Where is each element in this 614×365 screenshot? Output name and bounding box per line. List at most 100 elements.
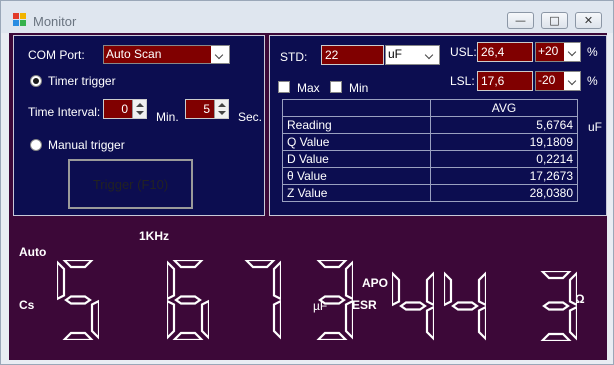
usl-input[interactable]: 26,4 [477,42,533,62]
title-bar[interactable]: Monitor — □ ✕ [1,1,613,33]
minimize-icon: — [515,14,526,27]
trigger-button-label: Trigger (F10) [92,177,169,192]
arrow-down-icon [136,111,144,115]
close-button[interactable]: ✕ [575,12,602,29]
row-label: Reading [282,116,431,134]
min-checkbox[interactable] [330,81,342,93]
seven-segment-digit [316,260,353,340]
minutes-spin-buttons[interactable] [132,100,146,118]
seconds-spin-buttons[interactable] [214,100,228,118]
frequency-label: 1KHz [139,229,170,243]
minimize-button[interactable]: — [507,12,534,29]
usl-label: USL: [450,45,477,59]
param-label: Cs [19,298,35,312]
row-value: 19,1809 [430,133,578,151]
lsl-pct-value: -20 [536,72,564,90]
segment [451,301,479,311]
segment [425,271,434,307]
row-label: Z Value [282,184,431,202]
min-label[interactable]: Min [349,81,368,95]
segment [64,295,92,305]
trigger-button[interactable]: Trigger (F10) [68,159,193,209]
seconds-unit: Sec. [238,110,263,124]
manual-trigger-label[interactable]: Manual trigger [48,138,125,152]
segment [568,271,577,307]
table-header-blank [282,99,431,117]
secondary-label: ESR [352,298,377,312]
row-value: 5,6764 [430,116,578,134]
segment [540,271,572,280]
arrow-down-icon [218,111,226,115]
chevron-down-icon[interactable] [421,46,439,64]
arrow-up-icon [136,103,144,107]
maximize-icon: □ [549,14,560,27]
segment [317,295,346,305]
window-title: Monitor [33,14,77,29]
std-label: STD: [280,50,308,64]
lsl-pct-unit: % [587,74,598,88]
timer-trigger-label[interactable]: Timer trigger [48,74,116,88]
segment [540,332,572,341]
std-input[interactable]: 22 [321,45,384,65]
chevron-down-icon[interactable] [564,43,580,61]
segment [272,260,281,301]
seven-segment-digit [166,260,209,340]
segment [90,299,99,340]
lsl-pct-select[interactable]: -20 [535,71,581,91]
segment [542,301,570,311]
manual-trigger-radio[interactable] [30,139,42,151]
std-unit-select[interactable]: uF [385,45,440,65]
table-row: θ Value 17,2673 [282,167,578,185]
segment [166,299,175,340]
max-label[interactable]: Max [297,81,320,95]
app-icon [13,13,27,27]
segment [392,271,401,307]
segment [62,260,94,269]
segment [344,260,353,301]
row-value: 17,2673 [430,167,578,185]
chevron-down-icon[interactable] [211,46,229,63]
time-interval-label: Time Interval: [28,105,101,119]
lsl-label: LSL: [450,74,475,88]
segment [244,260,276,269]
seven-segment-digit [57,260,99,340]
chevron-down-icon[interactable] [564,72,580,90]
close-icon: ✕ [583,14,594,27]
seconds-value: 5 [203,102,210,116]
com-port-label: COM Port: [28,48,85,62]
maximize-button[interactable]: □ [541,12,568,29]
max-checkbox[interactable] [278,81,290,93]
com-port-value: Auto Scan [104,46,211,63]
usl-pct-value: +20 [536,43,564,61]
segment [477,305,486,341]
seconds-stepper[interactable]: 5 [185,99,229,119]
arrow-up-icon [218,103,226,107]
minutes-unit: Min. [156,110,179,124]
row-label: D Value [282,150,431,168]
segment [399,301,427,311]
row-value: 0,2214 [430,150,578,168]
segment [62,331,94,340]
timer-trigger-radio[interactable] [30,75,42,87]
table-row: Q Value 19,1809 [282,133,578,151]
com-port-select[interactable]: Auto Scan [103,45,230,64]
results-table: AVG Reading 5,6764 Q Value 19,1809 D Value 0,… [282,99,578,202]
seven-segment-digit [244,260,281,340]
segment [444,271,453,307]
trigger-panel: COM Port: Auto Scan Timer trigger Time I… [13,35,265,216]
minutes-stepper[interactable]: 0 [103,99,147,119]
row-value: 28,0380 [430,184,578,202]
column-header-avg: AVG [430,99,578,117]
client-area: COM Port: Auto Scan Timer trigger Time I… [9,33,607,360]
segment [166,260,175,301]
lsl-input[interactable]: 17,6 [477,71,533,91]
table-row: Z Value 28,0380 [282,184,578,202]
seven-segment-digit [540,271,577,341]
usl-pct-select[interactable]: +20 [535,42,581,62]
secondary-top-label: APO [362,276,389,290]
measurement-panel: STD: 22 uF Max Min USL: 26,4 +20 % LSL: … [269,35,607,216]
segment [172,331,204,340]
seven-segment-digit [444,271,486,341]
segment [477,271,486,307]
minutes-value: 0 [121,102,128,116]
